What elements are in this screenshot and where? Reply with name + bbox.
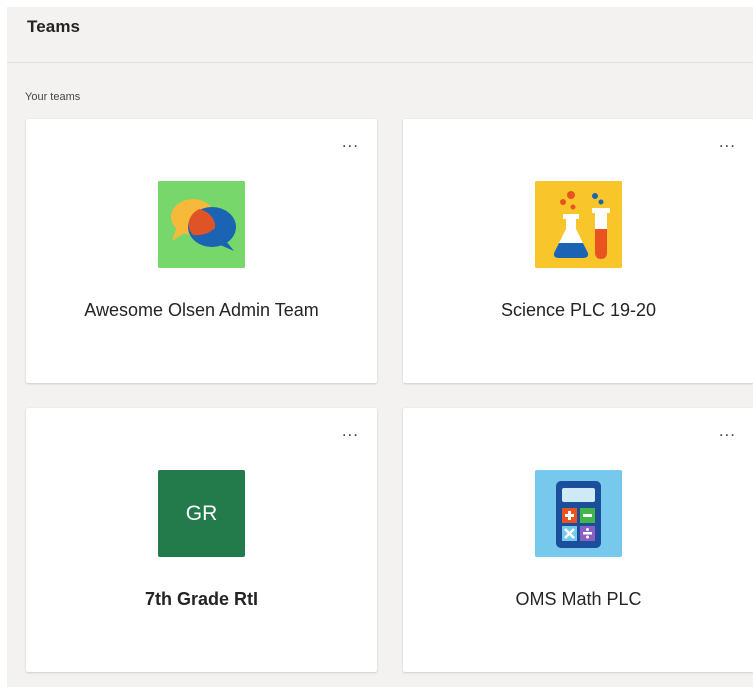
- team-name: Awesome Olsen Admin Team: [84, 300, 319, 320]
- more-options-button[interactable]: ...: [719, 422, 736, 439]
- team-card-science-plc[interactable]: ... Science PLC 19-20: [403, 119, 753, 383]
- section-label: Your teams: [25, 91, 81, 103]
- chat-bubbles-icon: [158, 181, 245, 268]
- team-card-awesome-olsen-admin-team[interactable]: ... Awesome Olsen Admin Team: [26, 119, 377, 383]
- team-name: 7th Grade RtI: [144, 589, 259, 609]
- team-card-7th-grade-rti[interactable]: ... GR 7th Grade RtI: [26, 408, 377, 672]
- teams-page: Teams Your teams ... Awesome Olsen Admin…: [7, 7, 753, 687]
- calculator-icon: [535, 470, 622, 557]
- team-initials-avatar: GR: [158, 470, 245, 557]
- page-title: Teams: [27, 17, 81, 36]
- team-initials: GR: [185, 501, 218, 525]
- team-name: OMS Math PLC: [515, 589, 642, 609]
- science-flask-icon: [535, 181, 622, 268]
- header: Teams: [7, 7, 753, 63]
- more-options-button[interactable]: ...: [719, 133, 736, 150]
- more-options-button[interactable]: ...: [342, 133, 359, 150]
- team-card-oms-math-plc[interactable]: ... OMS Math PLC: [403, 408, 753, 672]
- more-options-button[interactable]: ...: [342, 422, 359, 439]
- team-name: Science PLC 19-20: [500, 300, 657, 320]
